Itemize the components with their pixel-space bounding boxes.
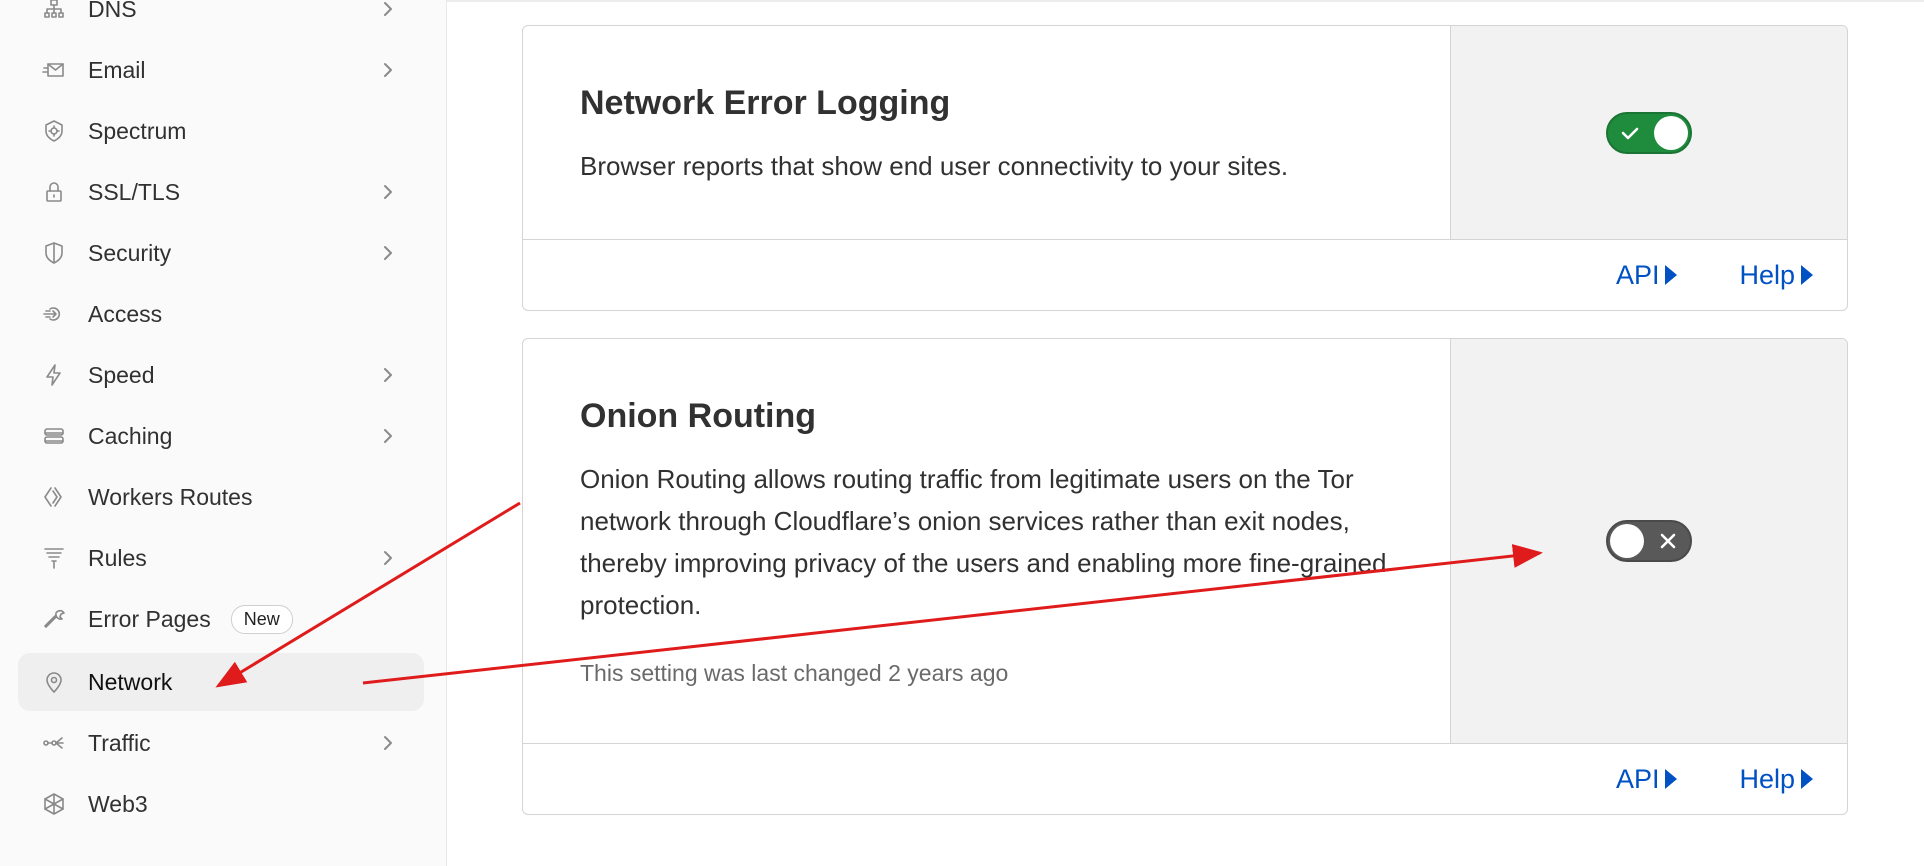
x-icon	[1658, 531, 1678, 551]
help-link-label: Help	[1739, 259, 1795, 290]
sidebar-item-label: DNS	[88, 0, 137, 22]
sidebar-item-security[interactable]: Security	[18, 224, 424, 282]
chevron-right-icon	[380, 184, 396, 200]
card-description: Onion Routing allows routing traffic fro…	[580, 464, 1387, 620]
workers-icon	[40, 483, 68, 511]
chevron-right-icon	[380, 735, 396, 751]
access-icon	[40, 300, 68, 328]
top-divider	[447, 0, 1924, 2]
card-body: Network Error Logging Browser reports th…	[523, 26, 1847, 239]
sidebar-item-label: Network	[88, 668, 173, 695]
spectrum-icon	[40, 117, 68, 145]
sidebar-item-access[interactable]: Access	[18, 285, 424, 343]
location-pin-icon	[40, 668, 68, 696]
sidebar-item-label: Email	[88, 56, 146, 83]
server-icon	[40, 422, 68, 450]
check-icon	[1620, 123, 1640, 143]
card-title: Network Error Logging	[580, 84, 951, 122]
api-link-label: API	[1615, 259, 1660, 290]
caret-right-icon	[1665, 265, 1678, 285]
api-link-label: API	[1615, 763, 1660, 794]
sidebar-item-label: Workers Routes	[88, 483, 253, 510]
sidebar-item-label: Speed	[88, 361, 155, 388]
sidebar-item-workers-routes[interactable]: Workers Routes	[18, 468, 424, 526]
api-link[interactable]: API	[1616, 260, 1678, 291]
sidebar-item-rules[interactable]: Rules	[18, 529, 424, 587]
sidebar-item-ssl-tls[interactable]: SSL/TLS	[18, 163, 424, 221]
traffic-icon	[40, 729, 68, 757]
sidebar-item-caching[interactable]: Caching	[18, 407, 424, 465]
help-link[interactable]: Help	[1739, 764, 1813, 795]
lightning-icon	[40, 361, 68, 389]
sidebar-item-spectrum[interactable]: Spectrum	[18, 102, 424, 160]
sidebar-item-label: Rules	[88, 544, 147, 571]
sidebar-item-traffic[interactable]: Traffic	[18, 714, 424, 772]
help-link-label: Help	[1739, 763, 1795, 794]
card-footer: API Help	[523, 743, 1847, 814]
caret-right-icon	[1665, 769, 1678, 789]
lock-icon	[40, 178, 68, 206]
chevron-right-icon	[380, 428, 396, 444]
network-error-logging-card: Network Error Logging Browser reports th…	[522, 25, 1848, 311]
sidebar-item-network[interactable]: Network	[18, 653, 424, 711]
card-footer: API Help	[523, 239, 1847, 310]
email-icon	[40, 56, 68, 84]
sidebar-item-label: Web3	[88, 790, 148, 817]
sidebar-item-web3[interactable]: Web3	[18, 775, 424, 833]
sidebar-item-label: Spectrum	[88, 117, 187, 144]
chevron-right-icon	[380, 550, 396, 566]
sidebar-item-label: Error Pages	[88, 605, 211, 632]
page: DNS Email Spectrum SSL/TLS Security Acce…	[0, 0, 1924, 866]
card-main: Onion Routing Onion Routing allows routi…	[523, 339, 1450, 743]
sidebar-item-label: Access	[88, 300, 163, 327]
card-body: Onion Routing Onion Routing allows routi…	[523, 339, 1847, 743]
card-title: Onion Routing	[580, 397, 817, 435]
web3-icon	[40, 790, 68, 818]
sidebar-item-label: Caching	[88, 422, 173, 449]
chevron-right-icon	[380, 1, 396, 17]
chevron-right-icon	[380, 62, 396, 78]
sidebar-item-speed[interactable]: Speed	[18, 346, 424, 404]
card-description: Browser reports that show end user conne…	[580, 151, 1289, 181]
card-main: Network Error Logging Browser reports th…	[523, 26, 1450, 239]
toggle-knob	[1653, 115, 1688, 150]
sidebar-item-error-pages[interactable]: Error Pages New	[18, 590, 424, 648]
card-control-panel	[1449, 26, 1847, 239]
funnel-icon	[40, 544, 68, 572]
caret-right-icon	[1801, 769, 1813, 789]
sidebar-item-label: SSL/TLS	[88, 178, 181, 205]
shield-icon	[40, 239, 68, 267]
sidebar-item-label: Traffic	[88, 729, 151, 756]
toggle-knob	[1609, 524, 1644, 558]
sidebar-item-dns[interactable]: DNS	[18, 0, 424, 38]
caret-right-icon	[1801, 265, 1813, 285]
dns-icon	[40, 0, 68, 23]
sidebar: DNS Email Spectrum SSL/TLS Security Acce…	[0, 0, 447, 866]
card-control-panel	[1449, 339, 1847, 743]
sidebar-item-label: Security	[88, 239, 172, 266]
onion-routing-card: Onion Routing Onion Routing allows routi…	[522, 338, 1848, 815]
network-error-logging-toggle[interactable]	[1605, 111, 1692, 154]
api-link[interactable]: API	[1616, 764, 1678, 795]
new-badge: New	[230, 604, 293, 634]
sidebar-item-email[interactable]: Email	[18, 41, 424, 99]
last-changed-text: This setting was last changed 2 years ag…	[580, 660, 1009, 686]
help-link[interactable]: Help	[1739, 260, 1813, 291]
chevron-right-icon	[380, 367, 396, 383]
chevron-right-icon	[380, 245, 396, 261]
wrench-icon	[40, 605, 68, 633]
onion-routing-toggle[interactable]	[1605, 520, 1692, 562]
